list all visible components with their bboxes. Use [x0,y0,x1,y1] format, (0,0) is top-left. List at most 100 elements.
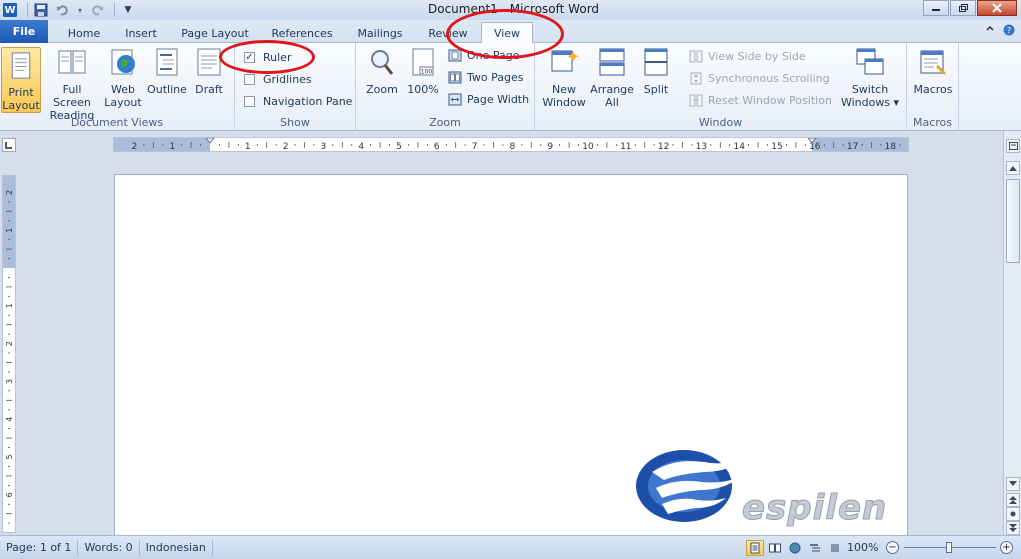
print-layout-view-icon[interactable] [746,540,764,556]
scroll-up-button[interactable] [1006,161,1020,175]
new-window-button[interactable]: New Window [541,47,587,109]
draft-label: Draft [195,83,223,96]
tab-insert[interactable]: Insert [117,23,165,43]
svg-text:?: ? [1007,26,1011,35]
ruler-number: 2 [132,142,138,152]
view-side-by-side-label: View Side by Side [708,50,806,63]
zoom-out-button[interactable]: − [886,541,899,554]
next-page-button[interactable] [1006,521,1020,535]
vertical-ruler-number: 2 [5,341,14,346]
tab-review[interactable]: Review [420,23,476,43]
customize-qat-icon[interactable]: ▼ [119,2,137,18]
arrange-all-button[interactable]: Arrange All [589,47,635,109]
redo-icon[interactable] [88,2,106,18]
ruler-number: 6 [434,142,440,152]
word-count[interactable]: Words: 0 [78,539,140,556]
split-button[interactable]: Split [639,47,673,96]
help-icon[interactable]: ? [1003,24,1015,39]
restore-button[interactable] [950,0,976,16]
page-count[interactable]: Page: 1 of 1 [0,539,79,556]
ruler-number: 13 [696,142,707,152]
navigation-pane-label: Navigation Pane [263,95,353,108]
synchronous-scrolling-button[interactable]: Synchronous Scrolling [689,72,830,85]
chevron-down-icon[interactable]: ▾ [76,2,84,18]
tab-page-layout[interactable]: Page Layout [178,23,252,43]
outline-button[interactable]: Outline [146,47,188,96]
indent-marker[interactable] [205,138,215,144]
draft-view-icon[interactable] [826,540,844,556]
ruler-number: 16 [809,142,821,152]
undo-icon[interactable] [54,2,72,18]
full-screen-reading-button[interactable]: Full Screen Reading [44,47,100,122]
tab-file[interactable]: File [0,20,48,43]
outline-view-icon[interactable] [806,540,824,556]
ruler-ticks: 2 1 1 2 3 4 5 6 7 8 9 10 11 12 13 14 15 16 17 18 [132,138,901,152]
horizontal-ruler[interactable]: 2 1 1 2 3 4 5 6 7 8 9 10 11 12 13 14 15 16 17 18 [113,137,909,152]
macros-button[interactable]: Macros [911,47,955,96]
two-pages-button[interactable]: Two Pages [448,71,523,84]
zoom-button[interactable]: Zoom [364,47,400,96]
switch-windows-button[interactable]: Switch Windows ▾ [839,47,901,109]
ruler-number: 17 [847,142,858,152]
ruler-number: 2 [283,142,289,152]
one-page-button[interactable]: One Page [448,49,520,62]
svg-text:100: 100 [421,69,433,76]
view-ruler-button[interactable] [1006,139,1020,153]
minimize-ribbon-icon[interactable] [985,24,995,39]
navigation-pane-checkbox[interactable]: Navigation Pane [244,95,352,108]
split-label: Split [643,83,669,96]
page-width-icon [448,93,462,106]
save-icon[interactable] [32,2,50,18]
vertical-scrollbar[interactable] [1003,131,1021,535]
gridlines-check-icon [244,74,255,85]
macros-icon [920,50,946,75]
window-title: Document1 - Microsoft Word [428,2,600,16]
tab-selector-button[interactable] [2,138,16,152]
switch-windows-icon [856,48,884,75]
ruler-checkbox[interactable]: ✓ Ruler [244,51,291,64]
ruler-number: 18 [885,142,897,152]
tab-view[interactable]: View [481,22,533,44]
ruler-number: 14 [733,142,745,152]
vertical-ruler[interactable]: 2 1 1 2 3 4 5 6 [2,175,16,533]
ruler-label: Ruler [263,51,292,64]
page-width-button[interactable]: Page Width [448,93,529,106]
reset-window-position-button[interactable]: Reset Window Position [689,94,832,107]
gridlines-checkbox[interactable]: Gridlines [244,73,312,86]
select-browse-object-button[interactable] [1006,507,1020,521]
minimize-button[interactable] [923,0,949,16]
tab-references[interactable]: References [266,23,338,43]
scroll-thumb[interactable] [1006,179,1020,263]
zoom-level[interactable]: 100% [847,541,878,554]
espilen-watermark: espilen [634,448,906,529]
vertical-ruler-number: 2 [5,190,14,195]
arrange-all-icon [599,48,625,76]
zoom-slider[interactable]: − + [886,541,1016,555]
draft-button[interactable]: Draft [192,47,226,96]
zoom-100-button[interactable]: 100 100% [406,47,440,96]
word-app-icon[interactable]: W [1,2,19,18]
ruler-number: 9 [547,142,553,152]
full-screen-view-icon[interactable] [766,540,784,556]
close-button[interactable] [977,0,1017,16]
vertical-ruler-number: 5 [5,454,14,459]
scroll-down-button[interactable] [1006,477,1020,491]
group-macros: Macros Macros [907,43,959,131]
web-layout-button[interactable]: Web Layout [104,47,142,109]
switch-windows-label: Switch Windows ▾ [840,83,900,109]
print-layout-button[interactable]: Print Layout [1,47,41,113]
view-side-by-side-button[interactable]: View Side by Side [689,50,806,63]
group-label-document-views: Document Views [70,116,164,129]
web-layout-view-icon[interactable] [786,540,804,556]
group-zoom: Zoom 100 100% One Page Two Pages Page Wi… [356,43,535,131]
ruler-check-icon: ✓ [244,52,255,63]
previous-page-button[interactable] [1006,493,1020,507]
tab-mailings[interactable]: Mailings [349,23,411,43]
language-indicator[interactable]: Indonesian [140,539,213,556]
gridlines-label: Gridlines [263,73,312,86]
reset-window-icon [689,94,703,107]
tab-home[interactable]: Home [60,23,108,43]
ruler-number: 10 [582,142,594,152]
zoom-slider-thumb[interactable] [946,542,952,553]
zoom-in-button[interactable]: + [1000,541,1013,554]
